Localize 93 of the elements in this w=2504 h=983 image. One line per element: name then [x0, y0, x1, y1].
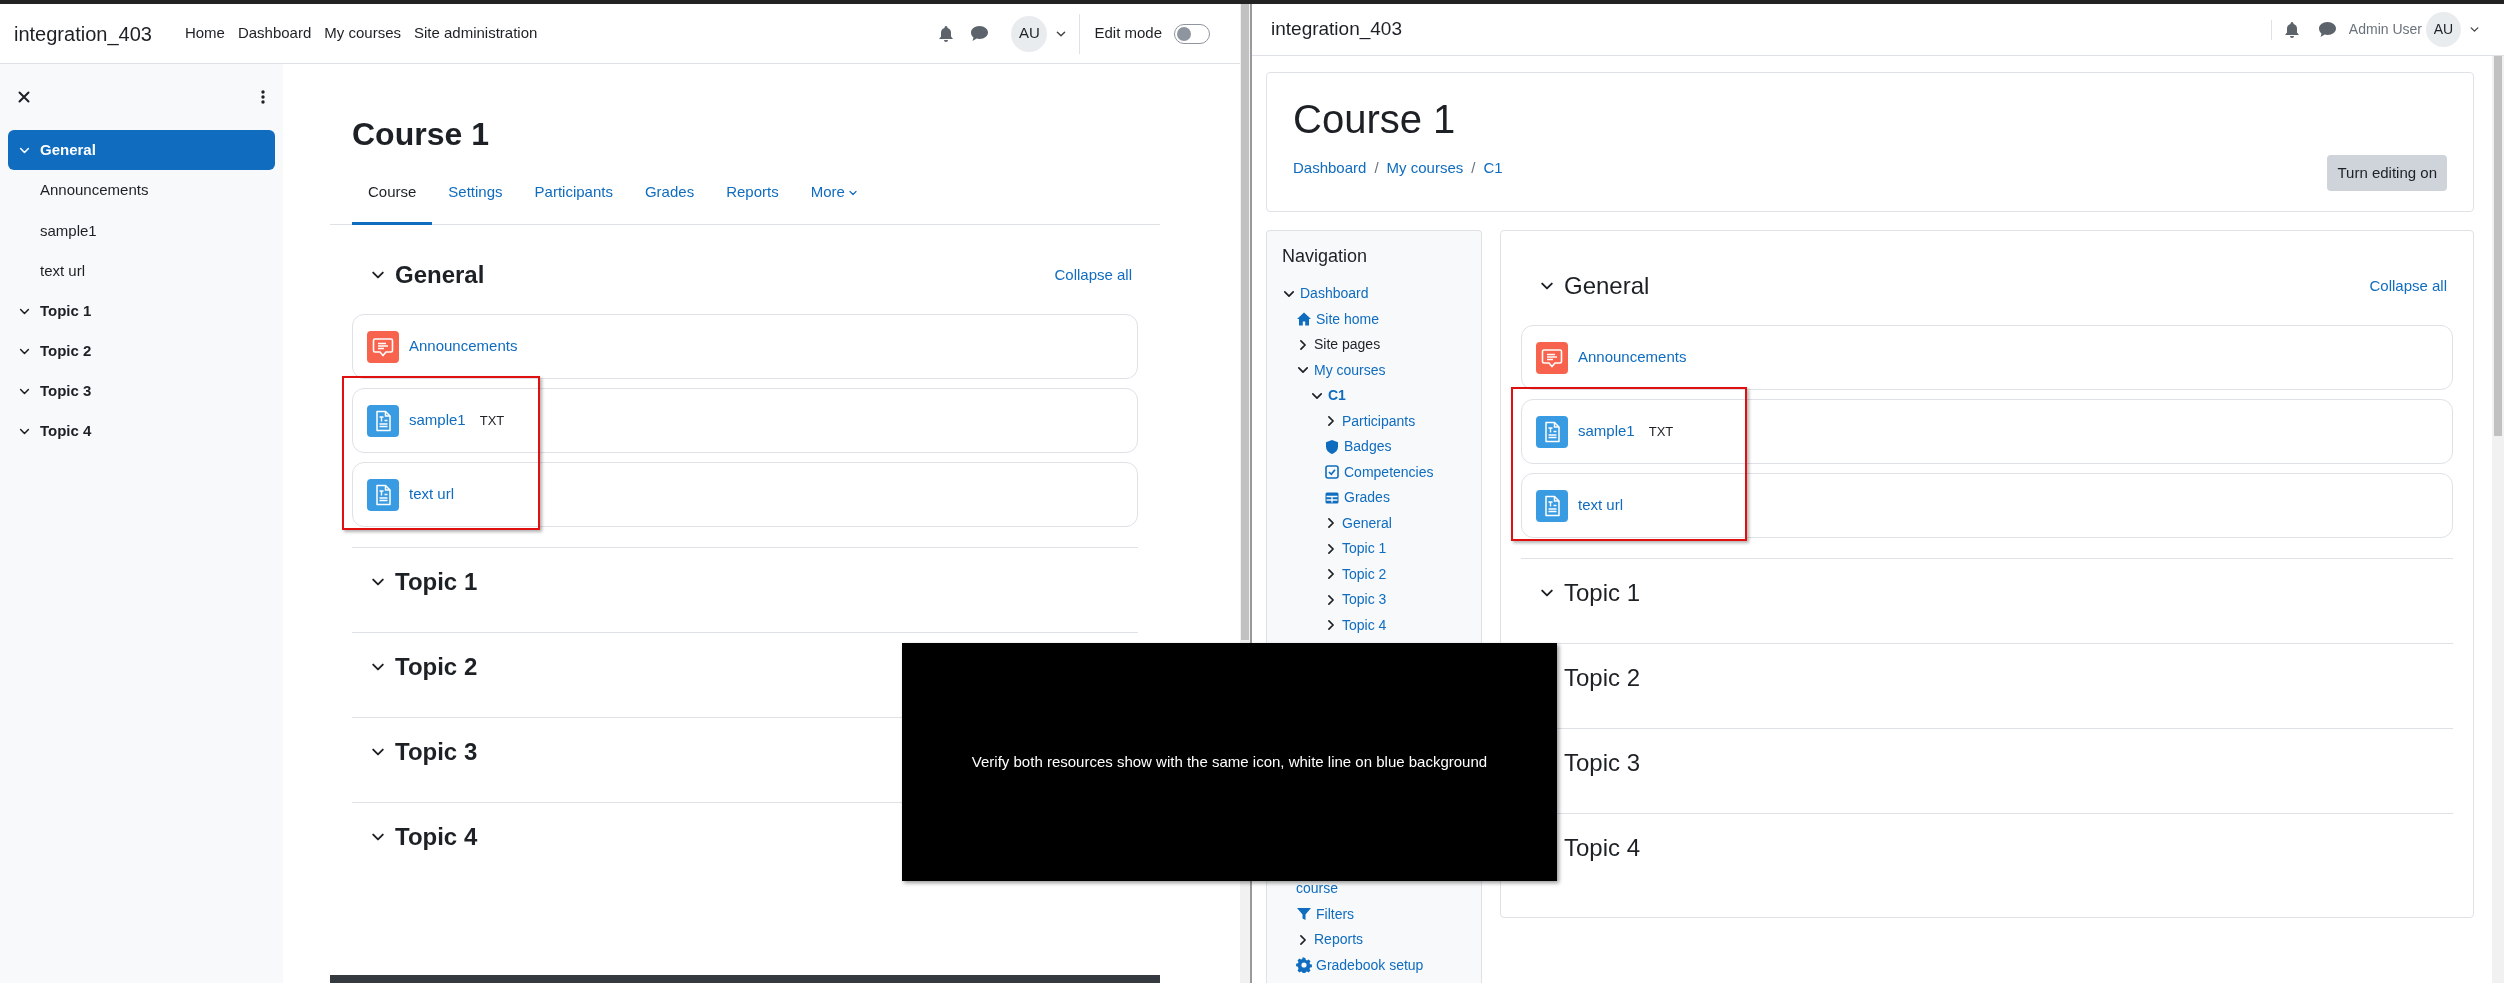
navigation-item[interactable]: Gradebook setup [1316, 954, 1424, 976]
activity-link[interactable]: sample1 [1578, 420, 1635, 443]
kebab-menu-icon[interactable] [261, 89, 265, 105]
scrollbar-thumb[interactable] [2494, 56, 2502, 436]
navigation-item[interactable]: Participants [1342, 410, 1416, 432]
section-title: Topic 4 [1564, 833, 1641, 863]
document-icon [367, 404, 399, 437]
document-icon [1536, 489, 1568, 522]
course-index-section[interactable]: Topic 4 [8, 411, 275, 452]
nav-link[interactable]: My courses [324, 22, 401, 45]
navigation-item[interactable]: course [1296, 878, 1339, 900]
forum-icon [1536, 341, 1568, 374]
scrollbar-thumb[interactable] [1241, 4, 1249, 640]
navigation-item[interactable]: Dashboard [1300, 283, 1369, 305]
course-tab[interactable]: Reports [710, 163, 795, 225]
navigation-item[interactable]: General [1342, 512, 1392, 534]
nav-link[interactable]: Dashboard [237, 22, 312, 45]
course-index-section[interactable]: Topic 1 [8, 291, 275, 332]
home-icon [1296, 311, 1312, 328]
shield-icon [1324, 438, 1340, 455]
section-title: Topic 2 [395, 652, 478, 682]
navigation-item[interactable]: Topic 2 [1342, 563, 1387, 585]
gear-icon [1296, 957, 1312, 974]
filter-icon [1296, 906, 1312, 923]
course-tab[interactable]: Settings [432, 163, 519, 225]
navigation-item[interactable]: Badges [1344, 436, 1392, 458]
nav-link[interactable]: Site administration [414, 22, 538, 45]
forum-icon [367, 330, 399, 363]
activity-link[interactable]: text url [409, 483, 454, 506]
document-icon [1536, 415, 1568, 448]
bell-icon[interactable] [2283, 20, 2300, 39]
edit-mode-label: Edit mode [1094, 23, 1162, 44]
navigation-item[interactable]: Reports [1314, 929, 1364, 951]
navigation-item[interactable]: Grades [1344, 487, 1390, 509]
section-title: Topic 3 [395, 737, 478, 767]
nav-link[interactable]: Home [184, 22, 225, 45]
section-title: Topic 4 [395, 822, 478, 852]
course-tab[interactable]: Course [352, 163, 433, 225]
activity-link[interactable]: sample1 [409, 409, 466, 432]
user-name[interactable]: Admin User [2348, 19, 2422, 40]
breadcrumb-link[interactable]: My courses [1386, 156, 1464, 179]
course-title: Course 1 [351, 115, 490, 154]
course-index-item[interactable]: sample1 [40, 219, 97, 242]
breadcrumb-separator: / [1471, 157, 1476, 178]
edit-mode-toggle[interactable] [1174, 23, 1210, 44]
user-avatar[interactable]: AU [2426, 12, 2461, 47]
file-type-label: TXT [479, 411, 505, 430]
collapse-all-link[interactable]: Collapse all [1054, 263, 1132, 287]
turn-editing-on-button[interactable]: Turn editing on [2327, 155, 2447, 191]
navigation-item[interactable]: Site pages [1314, 334, 1381, 356]
navigation-item[interactable]: Competencies [1344, 461, 1434, 483]
file-type-label: TXT [1648, 422, 1674, 441]
course-index-item[interactable]: Announcements [40, 179, 149, 202]
user-avatar[interactable]: AU [1011, 15, 1048, 52]
navigation-item[interactable]: Topic 3 [1342, 589, 1387, 611]
section-title: Topic 1 [1564, 578, 1641, 608]
activity-link[interactable]: Announcements [409, 335, 518, 358]
course-index-section[interactable]: Topic 2 [8, 331, 275, 372]
breadcrumb-separator: / [1374, 157, 1379, 178]
section-title: Topic 2 [1564, 663, 1641, 693]
breadcrumb-link[interactable]: C1 [1483, 156, 1503, 179]
section-title: Topic 3 [1564, 748, 1641, 778]
section-title: General [395, 260, 485, 290]
course-tab[interactable]: Participants [518, 163, 629, 225]
navigation-item[interactable]: Topic 1 [1342, 538, 1387, 560]
navigation-item[interactable]: C1 [1328, 385, 1346, 407]
course-index-item[interactable]: text url [40, 260, 85, 283]
navigation-item[interactable]: My courses [1314, 359, 1386, 381]
section-title: Topic 1 [395, 567, 478, 597]
overlay-message: Verify both resources show with the same icon, white line on blue background [971, 751, 1488, 772]
course-tab[interactable]: More [794, 163, 874, 225]
chat-icon[interactable] [970, 25, 990, 42]
navigation-item[interactable]: Filters [1316, 903, 1355, 925]
bell-icon[interactable] [938, 24, 955, 43]
course-index-section[interactable]: Topic 3 [8, 371, 275, 412]
navigation-item[interactable]: Site home [1316, 308, 1380, 330]
document-icon [367, 478, 399, 511]
chat-icon[interactable] [2317, 21, 2337, 38]
caret-icon[interactable] [2469, 24, 2480, 35]
course-index-section[interactable]: General [8, 130, 275, 170]
navigation-title: Navigation [1282, 245, 1369, 268]
checkbox-icon [1324, 464, 1340, 481]
course-tab[interactable]: Grades [628, 163, 711, 225]
close-icon[interactable] [18, 91, 30, 103]
navigation-item[interactable]: Topic 4 [1342, 614, 1387, 636]
activity-link[interactable]: text url [1578, 494, 1623, 517]
collapse-all-link[interactable]: Collapse all [2369, 274, 2447, 298]
section-title: General [1564, 271, 1650, 301]
course-title: Course 1 [1293, 95, 1457, 143]
site-name[interactable]: integration_403 [14, 18, 152, 49]
activity-link[interactable]: Announcements [1578, 346, 1687, 369]
breadcrumb-link[interactable]: Dashboard [1293, 156, 1367, 179]
site-name[interactable]: integration_403 [1271, 15, 1402, 44]
